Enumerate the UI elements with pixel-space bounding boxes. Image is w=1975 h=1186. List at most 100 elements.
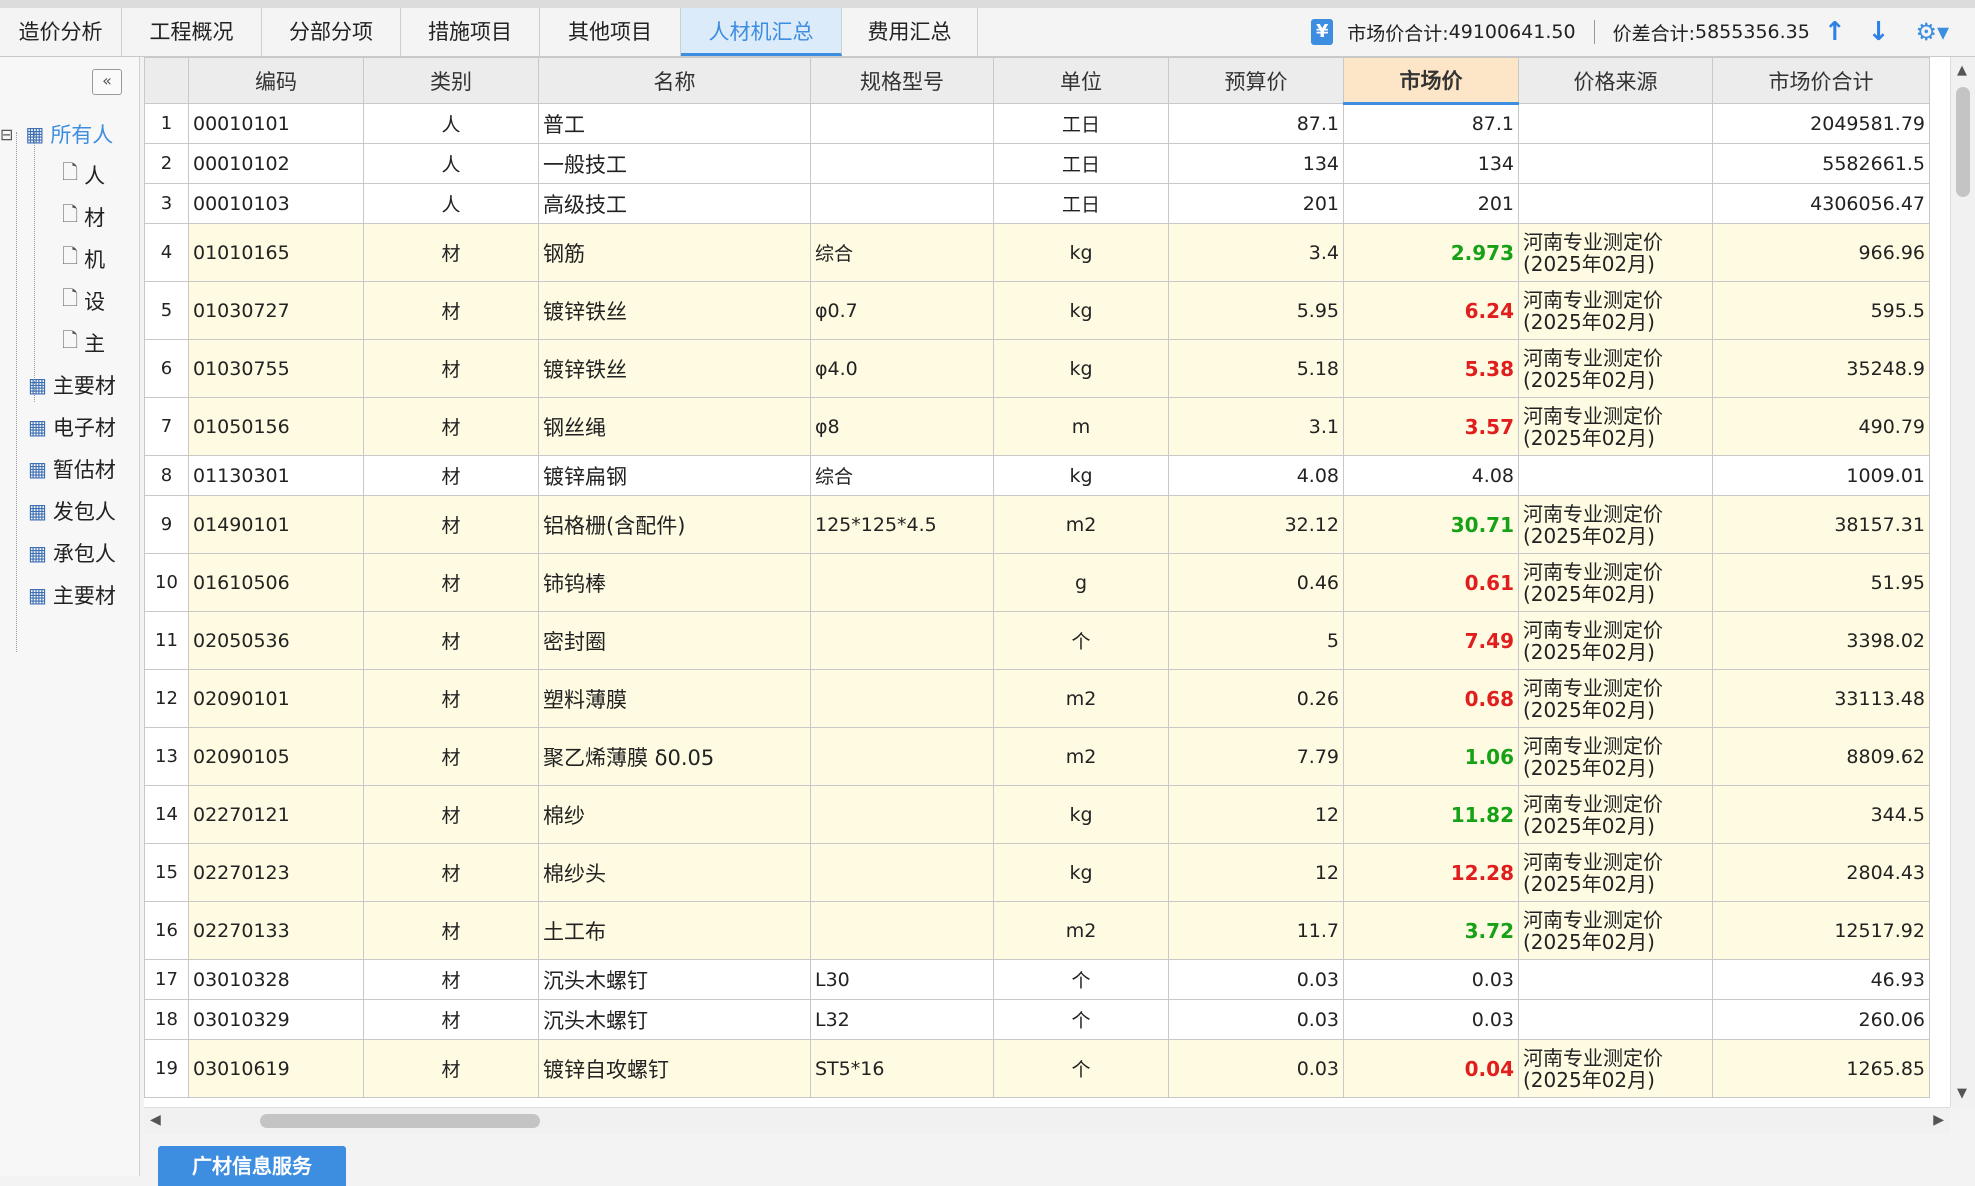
budget-price-cell[interactable]: 3.1 [1168, 397, 1344, 456]
table-row[interactable]: 11 02050536 材密封圈 个 5 7.49 河南专业测定价(2025年02月) 339… [144, 611, 1930, 670]
table-row[interactable]: 19 03010619 材镀锌自攻螺钉 ST5*16 个 0.03 0.04 河南专业测定价(… [144, 1039, 1930, 1098]
unit-cell[interactable]: 工日 [993, 183, 1169, 224]
market-total-cell[interactable]: 1265.85 [1712, 1039, 1930, 1098]
col-header-spec[interactable]: 规格型号 [810, 57, 994, 104]
price-source-cell[interactable] [1518, 959, 1713, 1000]
market-price-cell[interactable]: 5.38 [1343, 339, 1519, 398]
type-cell[interactable]: 材 [363, 901, 539, 960]
spec-cell[interactable] [810, 183, 994, 224]
price-source-cell[interactable]: 河南专业测定价(2025年02月) [1518, 281, 1713, 340]
scroll-left-icon[interactable]: ◀ [150, 1112, 161, 1128]
table-row[interactable]: 2 00010102 人一般技工 工日 134 134 5582661.5 [144, 143, 1930, 184]
code-cell[interactable]: 01010165 [188, 223, 364, 282]
unit-cell[interactable]: m2 [993, 727, 1169, 786]
tree-node-equipment[interactable]: 🗋 设 [62, 286, 105, 316]
name-cell[interactable]: 密封圈 [538, 611, 811, 670]
type-cell[interactable]: 材 [363, 727, 539, 786]
market-price-cell[interactable]: 134 [1343, 143, 1519, 184]
price-source-cell[interactable]: 河南专业测定价(2025年02月) [1518, 1039, 1713, 1098]
table-row[interactable]: 8 01130301 材镀锌扁钢 综合 kg 4.08 4.08 1009.01 [144, 455, 1930, 496]
spec-cell[interactable] [810, 143, 994, 184]
market-price-cell[interactable]: 11.82 [1343, 785, 1519, 844]
spec-cell[interactable] [810, 669, 994, 728]
market-total-cell[interactable]: 3398.02 [1712, 611, 1930, 670]
type-cell[interactable]: 材 [363, 553, 539, 612]
code-cell[interactable]: 01030727 [188, 281, 364, 340]
tab-project-overview[interactable]: 工程概况 [122, 8, 262, 56]
tab-other-items[interactable]: 其他项目 [540, 8, 681, 56]
name-cell[interactable]: 镀锌扁钢 [538, 455, 811, 496]
spec-cell[interactable]: 综合 [810, 223, 994, 282]
arrow-up-icon[interactable]: ↑ [1824, 17, 1846, 47]
type-cell[interactable]: 材 [363, 669, 539, 728]
collapse-panel-button[interactable]: « [92, 69, 122, 95]
settings-icon[interactable]: ⚙▾ [1915, 18, 1949, 46]
budget-price-cell[interactable]: 201 [1168, 183, 1344, 224]
code-cell[interactable]: 01030755 [188, 339, 364, 398]
spec-cell[interactable] [810, 611, 994, 670]
price-source-cell[interactable]: 河南专业测定价(2025年02月) [1518, 727, 1713, 786]
table-row[interactable]: 14 02270121 材棉纱 kg 12 11.82 河南专业测定价(2025年02月) 3… [144, 785, 1930, 844]
name-cell[interactable]: 铝格栅(含配件) [538, 495, 811, 554]
market-total-cell[interactable]: 8809.62 [1712, 727, 1930, 786]
market-price-cell[interactable]: 0.04 [1343, 1039, 1519, 1098]
tab-measures[interactable]: 措施项目 [401, 8, 540, 56]
table-row[interactable]: 17 03010328 材沉头木螺钉 L30 个 0.03 0.03 46.93 [144, 959, 1930, 1000]
name-cell[interactable]: 塑料薄膜 [538, 669, 811, 728]
tree-node-all[interactable]: ⊟ ▦ 所有人 [0, 119, 113, 149]
vertical-scrollbar[interactable]: ▲ ▼ [1950, 57, 1975, 1107]
price-source-cell[interactable]: 河南专业测定价(2025年02月) [1518, 843, 1713, 902]
type-cell[interactable]: 材 [363, 785, 539, 844]
spec-cell[interactable] [810, 103, 994, 144]
col-header-name[interactable]: 名称 [538, 57, 811, 104]
budget-price-cell[interactable]: 5 [1168, 611, 1344, 670]
market-price-cell[interactable]: 87.1 [1343, 103, 1519, 144]
type-cell[interactable]: 材 [363, 223, 539, 282]
code-cell[interactable]: 01130301 [188, 455, 364, 496]
unit-cell[interactable]: m2 [993, 495, 1169, 554]
tree-node-provisional-materials[interactable]: ▦ 暂估材 [28, 454, 116, 484]
budget-price-cell[interactable]: 87.1 [1168, 103, 1344, 144]
code-cell[interactable]: 03010329 [188, 999, 364, 1040]
type-cell[interactable]: 材 [363, 843, 539, 902]
spec-cell[interactable] [810, 785, 994, 844]
col-header-type[interactable]: 类别 [363, 57, 539, 104]
market-price-cell[interactable]: 201 [1343, 183, 1519, 224]
budget-price-cell[interactable]: 12 [1168, 785, 1344, 844]
table-row[interactable]: 7 01050156 材钢丝绳 φ8 m 3.1 3.57 河南专业测定价(2025年02月)… [144, 397, 1930, 456]
type-cell[interactable]: 材 [363, 339, 539, 398]
unit-cell[interactable]: kg [993, 785, 1169, 844]
market-total-cell[interactable]: 966.96 [1712, 223, 1930, 282]
market-price-cell[interactable]: 4.08 [1343, 455, 1519, 496]
col-header-market-total[interactable]: 市场价合计 [1712, 57, 1930, 104]
price-source-cell[interactable] [1518, 183, 1713, 224]
type-cell[interactable]: 材 [363, 959, 539, 1000]
code-cell[interactable]: 02270121 [188, 785, 364, 844]
code-cell[interactable]: 01050156 [188, 397, 364, 456]
unit-cell[interactable]: kg [993, 455, 1169, 496]
code-cell[interactable]: 00010101 [188, 103, 364, 144]
type-cell[interactable]: 材 [363, 1039, 539, 1098]
table-row[interactable]: 13 02090105 材聚乙烯薄膜 δ0.05 m2 7.79 1.06 河南专业测定价(… [144, 727, 1930, 786]
arrow-down-icon[interactable]: ↓ [1868, 17, 1890, 47]
code-cell[interactable]: 00010102 [188, 143, 364, 184]
spec-cell[interactable] [810, 843, 994, 902]
col-header-budget-price[interactable]: 预算价 [1168, 57, 1344, 104]
market-total-cell[interactable]: 4306056.47 [1712, 183, 1930, 224]
budget-price-cell[interactable]: 134 [1168, 143, 1344, 184]
market-total-cell[interactable]: 5582661.5 [1712, 143, 1930, 184]
name-cell[interactable]: 普工 [538, 103, 811, 144]
name-cell[interactable]: 聚乙烯薄膜 δ0.05 [538, 727, 811, 786]
price-source-cell[interactable] [1518, 455, 1713, 496]
spec-cell[interactable]: φ0.7 [810, 281, 994, 340]
market-price-cell[interactable]: 0.03 [1343, 959, 1519, 1000]
budget-price-cell[interactable]: 5.18 [1168, 339, 1344, 398]
spec-cell[interactable] [810, 553, 994, 612]
code-cell[interactable]: 01490101 [188, 495, 364, 554]
tree-node-labor[interactable]: 🗋 人 [62, 160, 105, 190]
budget-price-cell[interactable]: 7.79 [1168, 727, 1344, 786]
market-total-cell[interactable]: 12517.92 [1712, 901, 1930, 960]
name-cell[interactable]: 镀锌自攻螺钉 [538, 1039, 811, 1098]
budget-price-cell[interactable]: 5.95 [1168, 281, 1344, 340]
budget-price-cell[interactable]: 12 [1168, 843, 1344, 902]
